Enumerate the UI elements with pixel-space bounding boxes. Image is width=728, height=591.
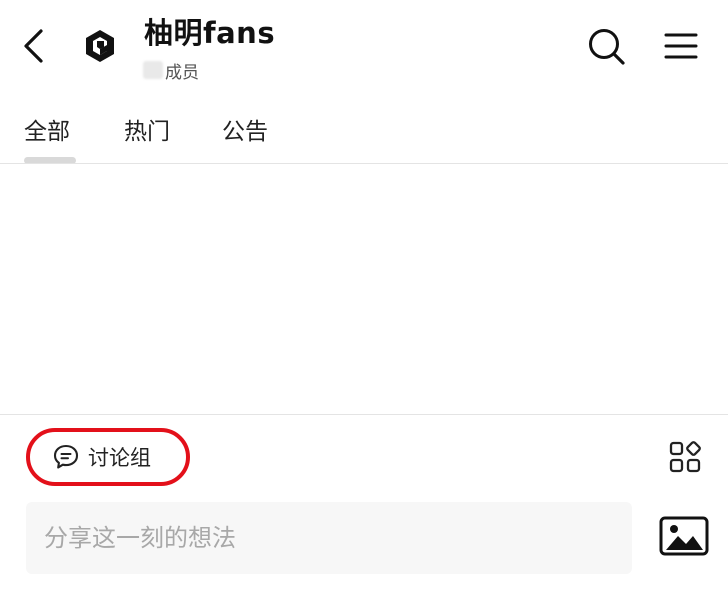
member-count: 成员 <box>143 58 199 83</box>
back-button[interactable] <box>14 26 54 66</box>
search-button[interactable] <box>584 24 628 68</box>
tab-all[interactable]: 全部 <box>24 112 70 152</box>
search-icon <box>589 29 625 65</box>
tab-hot[interactable]: 热门 <box>124 112 170 152</box>
composer-divider <box>0 414 728 415</box>
image-icon <box>659 516 709 556</box>
group-title: 柚明fans <box>144 16 276 50</box>
discussion-group-button[interactable]: 讨论组 <box>26 428 190 486</box>
apps-grid-button[interactable] <box>666 438 704 476</box>
chevron-left-icon <box>24 29 43 63</box>
group-logo[interactable] <box>80 26 120 66</box>
hamburger-menu-icon <box>664 33 698 59</box>
group-logo-icon <box>86 30 114 62</box>
menu-button[interactable] <box>660 26 702 66</box>
add-image-button[interactable] <box>658 514 710 558</box>
apps-grid-icon <box>669 441 701 473</box>
member-label: 成员 <box>165 62 199 83</box>
discussion-group-label: 讨论组 <box>88 446 151 470</box>
chat-bubble-icon <box>53 444 79 469</box>
group-page: 柚明fans 成员 全部 热门 公告 讨论组 <box>0 0 728 591</box>
feed-area <box>0 164 728 414</box>
composer-input[interactable] <box>26 502 632 574</box>
tab-notice[interactable]: 公告 <box>222 112 268 152</box>
blurred-count <box>143 61 163 79</box>
